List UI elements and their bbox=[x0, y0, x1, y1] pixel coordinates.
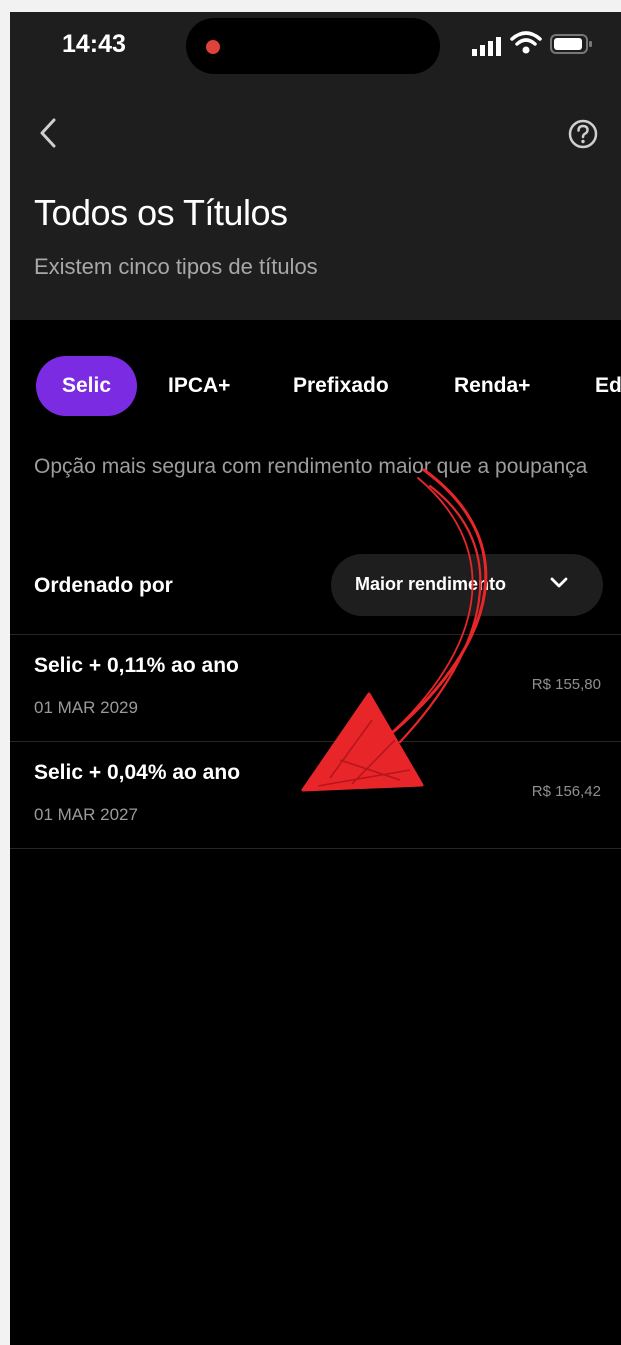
wifi-icon bbox=[510, 31, 542, 54]
tab-prefixado[interactable]: Prefixado bbox=[293, 356, 389, 416]
phone-screen: 14:43 Todos os Títulos Existem cinco tip… bbox=[10, 12, 621, 1345]
title-name: Selic + 0,04% ao ano bbox=[34, 761, 241, 784]
page-title: Todos os Títulos bbox=[34, 192, 288, 233]
help-question-icon[interactable] bbox=[567, 118, 599, 150]
divider bbox=[10, 634, 621, 635]
signal-icon bbox=[472, 37, 501, 56]
tab-description: Opção mais segura com rendimento maior q… bbox=[34, 455, 588, 478]
sort-row: Ordenado por Maior rendimento bbox=[10, 554, 621, 618]
tab-educa[interactable]: Ed bbox=[595, 356, 621, 416]
back-chevron-icon[interactable] bbox=[36, 116, 60, 150]
list-item[interactable]: Selic + 0,11% ao ano 01 MAR 2029 R$ 155,… bbox=[10, 636, 621, 742]
list-item[interactable]: Selic + 0,04% ao ano 01 MAR 2027 R$ 156,… bbox=[10, 743, 621, 849]
title-maturity: 01 MAR 2029 bbox=[34, 698, 138, 717]
divider bbox=[10, 848, 621, 849]
tab-renda[interactable]: Renda+ bbox=[454, 356, 530, 416]
status-time: 14:43 bbox=[62, 30, 126, 58]
sort-dropdown[interactable]: Maior rendimento bbox=[331, 554, 603, 616]
dynamic-island bbox=[186, 18, 440, 74]
battery-icon bbox=[550, 34, 592, 54]
page-subtitle: Existem cinco tipos de títulos bbox=[34, 254, 318, 279]
title-price: R$ 156,42 bbox=[531, 783, 601, 800]
recording-dot-icon bbox=[206, 40, 220, 54]
tab-ipca[interactable]: IPCA+ bbox=[168, 356, 230, 416]
divider bbox=[10, 741, 621, 742]
chevron-down-icon bbox=[550, 577, 568, 588]
status-bar: 14:43 bbox=[10, 12, 621, 82]
sort-label: Ordenado por bbox=[34, 574, 173, 597]
header-area: 14:43 Todos os Títulos Existem cinco tip… bbox=[10, 12, 621, 320]
title-type-tabs: Selic IPCA+ Prefixado Renda+ Ed bbox=[10, 356, 621, 418]
title-name: Selic + 0,11% ao ano bbox=[34, 654, 239, 677]
title-price: R$ 155,80 bbox=[531, 676, 601, 693]
tab-selic[interactable]: Selic bbox=[36, 356, 138, 416]
sort-selected-value: Maior rendimento bbox=[355, 574, 507, 594]
title-maturity: 01 MAR 2027 bbox=[34, 805, 138, 824]
